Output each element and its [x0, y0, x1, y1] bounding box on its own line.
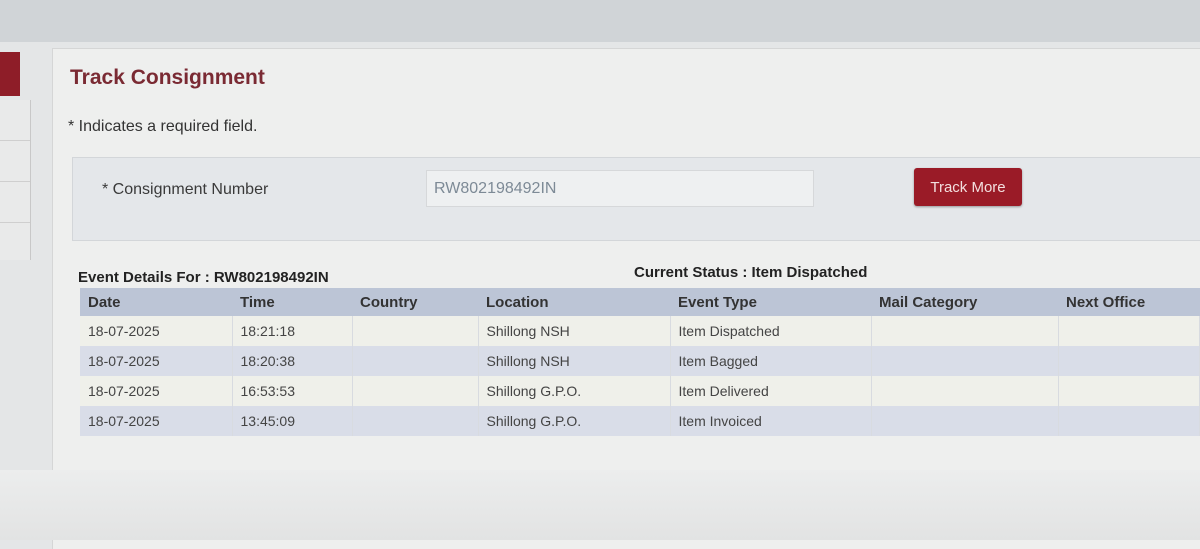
cell-country	[352, 346, 479, 376]
cell-location: Shillong G.P.O.	[478, 406, 671, 436]
cell-next-office	[1058, 346, 1200, 376]
current-status: Current Status : Item Dispatched	[634, 264, 868, 281]
cell-time: 13:45:09	[232, 406, 353, 436]
column-header-time: Time	[232, 288, 352, 316]
table-header-row: Date Time Country Location Event Type Ma…	[80, 288, 1200, 316]
cell-mail-category	[871, 346, 1059, 376]
left-nav-accent	[0, 52, 20, 96]
cell-event-type: Item Dispatched	[670, 316, 872, 346]
cell-country	[352, 316, 479, 346]
left-nav-item[interactable]	[0, 182, 30, 223]
cell-event-type: Item Bagged	[670, 346, 872, 376]
event-details-heading: Event Details For : RW802198492IN	[78, 269, 329, 286]
cell-time: 18:21:18	[232, 316, 353, 346]
page-bottom-area	[0, 470, 1200, 540]
left-nav-strip	[0, 100, 31, 260]
cell-event-type: Item Delivered	[670, 376, 872, 406]
table-row: 18-07-2025 16:53:53 Shillong G.P.O. Item…	[80, 376, 1200, 406]
cell-next-office	[1058, 376, 1200, 406]
cell-mail-category	[871, 406, 1059, 436]
left-nav-item[interactable]	[0, 100, 30, 141]
cell-date: 18-07-2025	[80, 376, 233, 406]
cell-mail-category	[871, 376, 1059, 406]
page-title: Track Consignment	[70, 66, 265, 89]
column-header-location: Location	[478, 288, 670, 316]
table-row: 18-07-2025 18:21:18 Shillong NSH Item Di…	[80, 316, 1200, 346]
cell-date: 18-07-2025	[80, 406, 233, 436]
table-row: 18-07-2025 18:20:38 Shillong NSH Item Ba…	[80, 346, 1200, 376]
column-header-country: Country	[352, 288, 478, 316]
cell-country	[352, 406, 479, 436]
column-header-next-office: Next Office	[1058, 288, 1200, 316]
cell-date: 18-07-2025	[80, 316, 233, 346]
left-nav-item[interactable]	[0, 141, 30, 182]
cell-country	[352, 376, 479, 406]
consignment-number-label: * Consignment Number	[102, 181, 269, 198]
cell-next-office	[1058, 406, 1200, 436]
cell-location: Shillong G.P.O.	[478, 376, 671, 406]
required-field-note: * Indicates a required field.	[68, 118, 258, 135]
column-header-date: Date	[80, 288, 232, 316]
cell-time: 16:53:53	[232, 376, 353, 406]
consignment-number-input[interactable]	[426, 170, 814, 207]
cell-location: Shillong NSH	[478, 346, 671, 376]
cell-location: Shillong NSH	[478, 316, 671, 346]
browser-top-bar	[0, 0, 1200, 42]
table-row: 18-07-2025 13:45:09 Shillong G.P.O. Item…	[80, 406, 1200, 436]
cell-mail-category	[871, 316, 1059, 346]
cell-time: 18:20:38	[232, 346, 353, 376]
cell-event-type: Item Invoiced	[670, 406, 872, 436]
cell-next-office	[1058, 316, 1200, 346]
column-header-event-type: Event Type	[670, 288, 871, 316]
event-details-table: Date Time Country Location Event Type Ma…	[80, 288, 1200, 436]
cell-date: 18-07-2025	[80, 346, 233, 376]
column-header-mail-category: Mail Category	[871, 288, 1058, 316]
track-more-button[interactable]: Track More	[914, 168, 1022, 206]
